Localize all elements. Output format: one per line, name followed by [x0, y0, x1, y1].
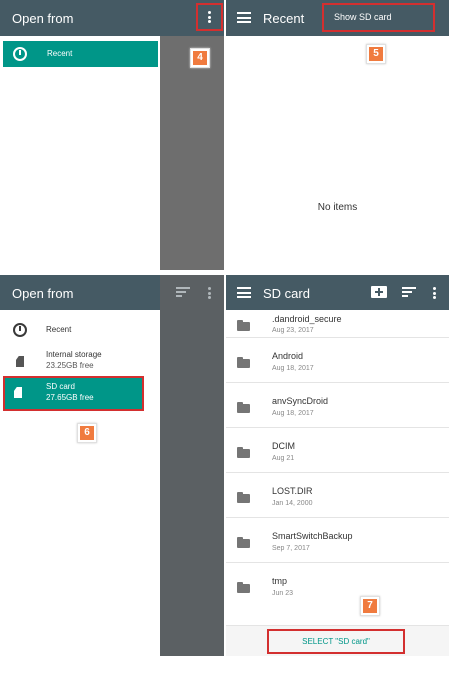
folder-name: DCIM: [272, 441, 295, 451]
folder-icon: [237, 537, 250, 548]
folder-date: Jun 23: [272, 590, 294, 597]
drawer-item-subtitle: 23.25GB free: [46, 361, 94, 370]
toolbar-title: Recent: [263, 11, 305, 26]
folder-row[interactable]: DCIM Aug 21: [226, 428, 449, 473]
toolbar-title: Open from: [12, 286, 74, 301]
folder-icon: [237, 447, 250, 458]
sort-icon[interactable]: [176, 287, 190, 297]
folder-row[interactable]: .dandroid_secure Aug 23, 2017: [226, 310, 449, 338]
drawer-item-label: Internal storage: [46, 350, 102, 359]
new-folder-icon[interactable]: [371, 286, 387, 298]
folder-date: Aug 18, 2017: [272, 410, 314, 417]
folder-icon: [237, 492, 250, 503]
step-badge: 4: [190, 48, 210, 68]
toolbar: Open from: [0, 0, 224, 36]
step-number: 4: [193, 51, 207, 65]
folder-name: anvSyncDroid: [272, 396, 329, 406]
more-vert-icon[interactable]: [208, 287, 211, 299]
folder-icon: [237, 357, 250, 368]
toolbar-title: SD card: [263, 286, 310, 301]
step-badge: 6: [77, 423, 97, 443]
clock-icon: [13, 47, 27, 61]
folder-row[interactable]: tmp Jun 23: [226, 563, 449, 607]
folder-row[interactable]: anvSyncDroid Aug 18, 2017: [226, 383, 449, 428]
highlight-box: [267, 629, 405, 654]
folder-date: Aug 21: [272, 455, 295, 462]
folder-name: .dandroid_secure: [272, 314, 342, 324]
folder-icon: [237, 582, 250, 593]
folder-date: Sep 7, 2017: [272, 545, 310, 552]
sort-icon[interactable]: [402, 287, 416, 297]
storage-icon: [16, 356, 24, 367]
empty-state-text: No items: [317, 202, 358, 213]
drawer-item-recent[interactable]: Recent: [0, 317, 160, 341]
drawer-item-internal-storage[interactable]: Internal storage 23.25GB free: [0, 347, 160, 375]
step-number: 6: [80, 426, 94, 440]
highlight-box: [322, 3, 435, 32]
drawer-item-recent[interactable]: Recent: [3, 41, 158, 67]
scrim-overlay: [160, 36, 224, 270]
top-left-panel: Open from Recent 4: [0, 0, 224, 270]
step-number: 7: [363, 599, 377, 613]
folder-date: Jan 14, 2000: [272, 500, 313, 507]
folder-row[interactable]: SmartSwitchBackup Sep 7, 2017: [226, 518, 449, 563]
bottom-left-panel: Open from Recent Internal storage 23.25G…: [0, 275, 224, 656]
folder-name: tmp: [272, 576, 288, 586]
menu-icon[interactable]: [237, 287, 251, 298]
more-vert-icon[interactable]: [433, 287, 436, 299]
step-badge: 7: [360, 596, 380, 616]
folder-name: Android: [272, 351, 304, 361]
step-number: 5: [369, 47, 383, 61]
folder-name: SmartSwitchBackup: [272, 531, 353, 541]
step-badge: 5: [366, 44, 386, 64]
folder-date: Aug 18, 2017: [272, 365, 314, 372]
folder-date: Aug 23, 2017: [272, 327, 314, 334]
file-list: .dandroid_secure Aug 23, 2017 Android Au…: [226, 310, 449, 625]
top-right-panel: Recent Show SD card 5 No items: [226, 0, 449, 270]
menu-icon[interactable]: [237, 12, 251, 23]
highlight-box: [3, 376, 144, 411]
bottom-right-panel: SD card .dandroid_secure Aug 23, 2017 An…: [226, 275, 449, 656]
folder-icon: [237, 320, 250, 331]
toolbar: SD card: [226, 275, 449, 310]
folder-row[interactable]: Android Aug 18, 2017: [226, 338, 449, 383]
folder-icon: [237, 402, 250, 413]
drawer-item-label: Recent: [47, 49, 73, 58]
folder-name: LOST.DIR: [272, 486, 313, 496]
folder-row[interactable]: LOST.DIR Jan 14, 2000: [226, 473, 449, 518]
toolbar-title: Open from: [12, 11, 74, 26]
clock-icon: [13, 323, 27, 337]
drawer-item-label: Recent: [46, 325, 72, 334]
highlight-box: [196, 3, 223, 31]
scrim-overlay: [160, 275, 224, 656]
